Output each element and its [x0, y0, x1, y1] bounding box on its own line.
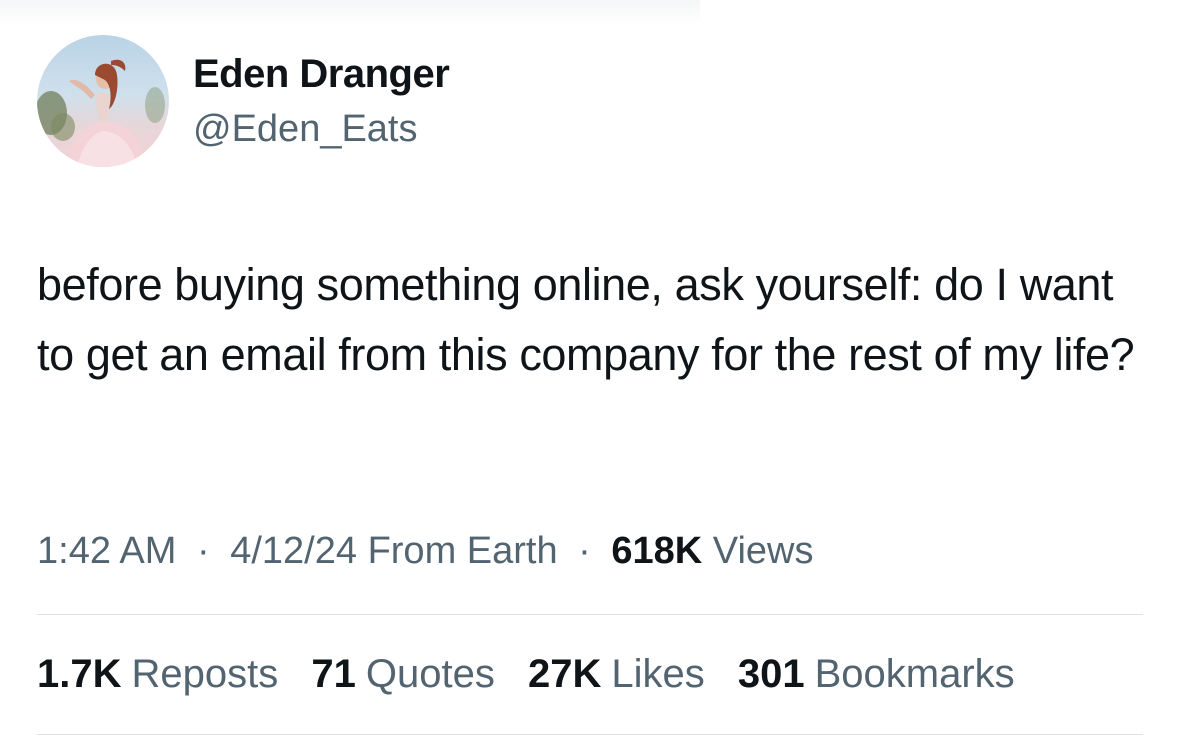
reposts-count: 1.7K [37, 652, 122, 696]
top-edge-shadow [0, 0, 700, 26]
likes-label: Likes [611, 652, 705, 696]
tweet-text: before buying something online, ask your… [37, 259, 1135, 380]
quotes-count: 71 [311, 652, 356, 696]
views-label: Views [712, 530, 814, 572]
avatar-photo [37, 59, 165, 167]
meta-separator: · [578, 530, 591, 572]
likes-count: 27K [527, 652, 602, 696]
tweet-date[interactable]: 4/12/24 [230, 530, 357, 572]
tweet-meta: 1:42 AM · 4/12/24 From Earth · 618K View… [37, 530, 813, 573]
reposts-stat[interactable]: 1.7K Reposts [37, 652, 278, 697]
divider [37, 734, 1143, 735]
bookmarks-stat[interactable]: 301 Bookmarks [738, 652, 1015, 697]
user-handle[interactable]: @Eden_Eats [193, 108, 418, 151]
meta-separator: · [196, 530, 210, 572]
tweet-location: From Earth [367, 530, 558, 572]
reposts-label: Reposts [131, 652, 279, 696]
tweet-card: Eden Dranger @Eden_Eats before buying so… [0, 0, 1179, 740]
quotes-stat[interactable]: 71 Quotes [311, 652, 494, 697]
quotes-label: Quotes [365, 652, 495, 696]
views-count: 618K [611, 530, 703, 572]
divider [37, 614, 1143, 615]
bookmarks-label: Bookmarks [814, 652, 1015, 696]
engagement-stats: 1.7K Reposts 71 Quotes 27K Likes 301 Bookmar… [37, 652, 1037, 697]
avatar[interactable] [37, 35, 169, 167]
likes-stat[interactable]: 27K Likes [528, 652, 705, 697]
bookmarks-count: 301 [737, 652, 805, 696]
display-name[interactable]: Eden Dranger [193, 52, 450, 97]
tweet-time[interactable]: 1:42 AM [37, 530, 176, 572]
